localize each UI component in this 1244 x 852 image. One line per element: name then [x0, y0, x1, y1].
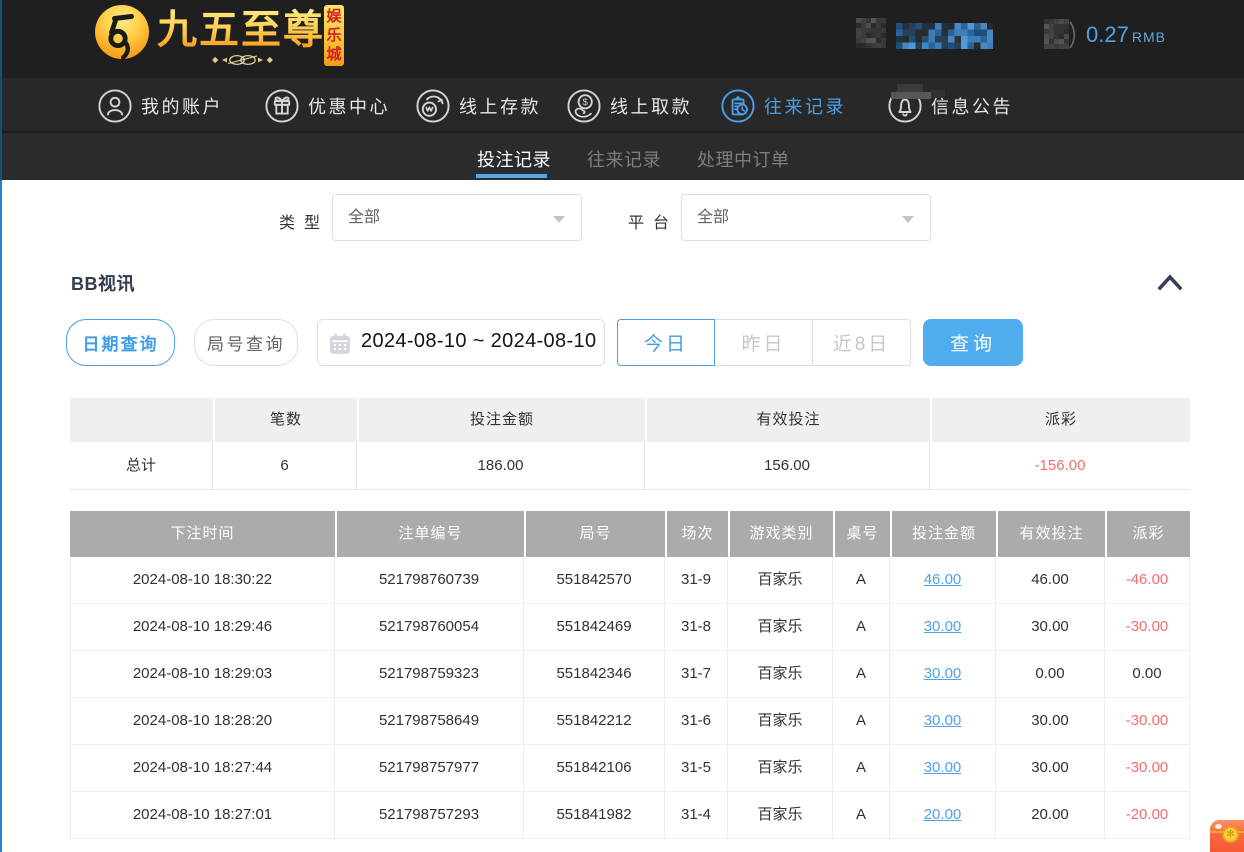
svg-text:$: $ — [583, 97, 589, 108]
